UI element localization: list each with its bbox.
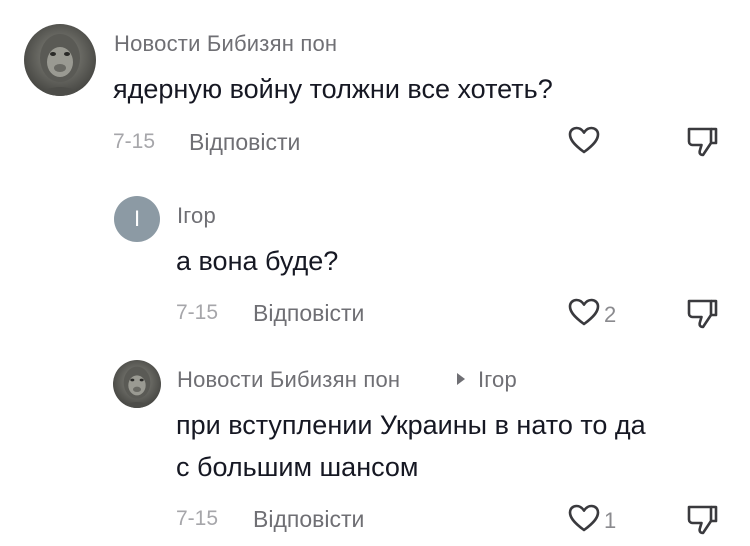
reply-button[interactable]: Відповісти [253, 506, 364, 533]
thumbs-down-icon[interactable] [686, 296, 720, 330]
heart-outline-icon[interactable] [567, 124, 601, 156]
reply-to-user[interactable]: Ігор [478, 367, 517, 393]
thumbs-down-icon[interactable] [686, 502, 720, 536]
comment-date: 7-15 [113, 130, 156, 153]
triangle-right-icon [457, 373, 465, 385]
like-count: 1 [604, 508, 617, 533]
comment-text: а вона буде? [176, 246, 339, 276]
comment-author[interactable]: Ігор [177, 203, 216, 229]
avatar[interactable] [24, 24, 96, 96]
comment-author[interactable]: Новости Бибизян пон [114, 31, 337, 57]
thumbs-down-icon[interactable] [686, 124, 720, 158]
avatar[interactable]: І [114, 196, 160, 242]
reply-button[interactable]: Відповісти [189, 129, 300, 156]
comment-text-line-1: при вступлении Украины в нато то да [176, 410, 646, 440]
comment-date: 7-15 [176, 301, 219, 324]
like-count: 2 [604, 302, 617, 327]
comment-author[interactable]: Новости Бибизян пон [177, 367, 400, 393]
heart-outline-icon[interactable] [567, 296, 601, 328]
monkey-avatar-image [119, 366, 155, 408]
comment-date: 7-15 [176, 507, 219, 530]
avatar[interactable] [113, 360, 161, 408]
monkey-avatar-image [34, 34, 86, 96]
comment-text-line-2: с большим шансом [176, 452, 419, 482]
comment-text: ядерную войну толжни все хотеть? [113, 74, 553, 104]
reply-button[interactable]: Відповісти [253, 300, 364, 327]
heart-outline-icon[interactable] [567, 502, 601, 534]
